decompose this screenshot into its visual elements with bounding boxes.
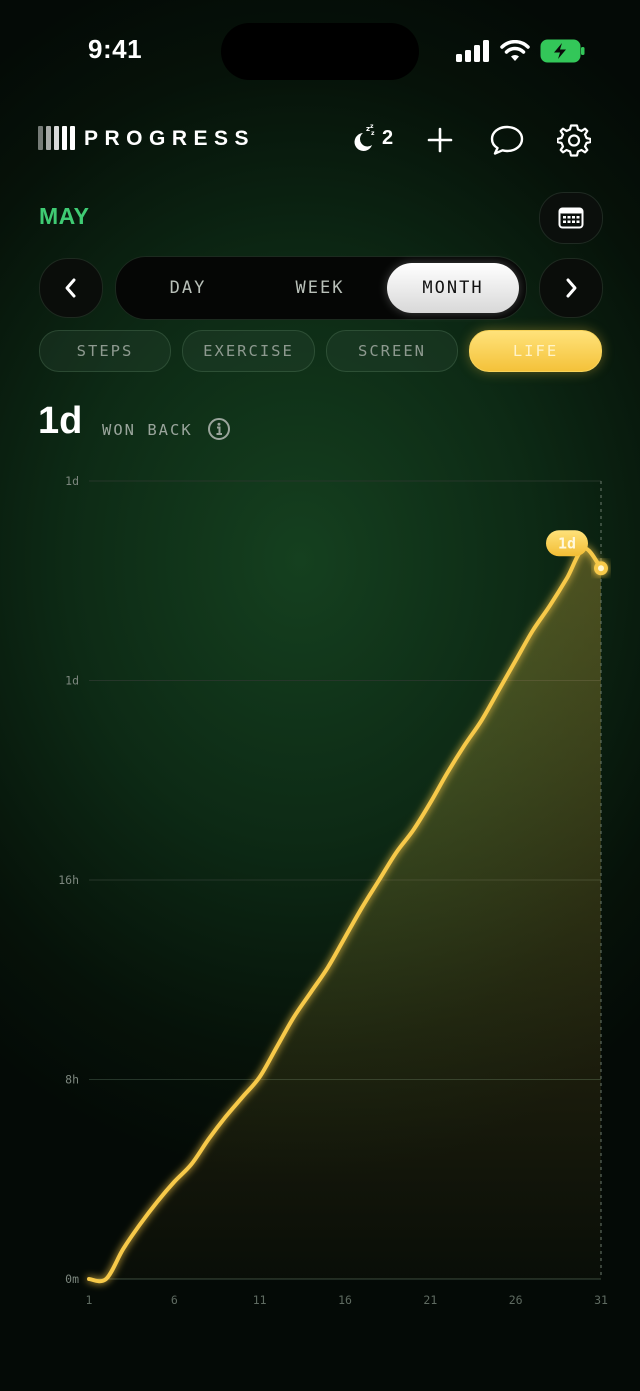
x-tick-label: 6 [171,1293,178,1307]
chevron-right-icon [566,278,577,298]
life-won-back-chart: 0m8h16h1d1d 1 6 11 16 21 26 31 1d [58,474,608,1307]
settings-button[interactable] [554,120,594,160]
svg-text:z: z [371,130,375,137]
y-tick-label: 8h [65,1073,79,1087]
last-data-point-core [598,565,604,572]
x-tick-label: 21 [423,1293,437,1307]
x-tick-label: 16 [338,1293,352,1307]
x-tick-label: 1 [86,1293,93,1307]
series-area [89,548,601,1282]
period-selector: DAY WEEK MONTH [115,256,527,320]
wifi-icon [500,40,530,61]
previous-period-button[interactable] [39,258,103,318]
calendar-icon [558,207,584,229]
metric-screen[interactable]: SCREEN [326,330,458,372]
cellular-signal-icon [456,40,489,62]
x-tick-label: 26 [509,1293,523,1307]
calendar-button[interactable] [539,192,603,244]
add-button[interactable] [420,120,460,160]
y-tick-label: 1d [65,474,79,488]
moon-sleep-icon: z z z [354,124,375,151]
x-tick-label: 11 [253,1293,267,1307]
info-button[interactable] [207,417,231,441]
summary-caption: WON BACK [102,421,193,439]
chat-button[interactable] [487,120,527,160]
month-label: MAY [39,203,90,229]
sleep-count: 2 [382,126,394,149]
summary-value: 1d [38,400,83,442]
metric-steps[interactable]: STEPS [39,330,171,372]
tab-day[interactable]: DAY [122,263,254,313]
page-title: PROGRESS [84,127,256,150]
tab-month[interactable]: MONTH [387,263,519,313]
last-value-badge: 1d [546,530,588,557]
tab-week[interactable]: WEEK [254,263,386,313]
info-icon [208,418,230,440]
x-tick-label: 31 [594,1293,608,1307]
next-period-button[interactable] [539,258,603,318]
sleep-counter[interactable]: z z z 2 [352,124,393,152]
status-icons [456,38,586,64]
y-tick-label: 1d [65,674,79,688]
app-logo [38,126,75,150]
y-tick-label: 0m [65,1272,79,1286]
battery-charging-icon [540,39,585,63]
dynamic-island [221,23,419,80]
chevron-left-icon [65,278,76,298]
status-time: 9:41 [88,34,143,64]
chat-bubble-icon [490,125,524,155]
last-value-label: 1d [558,534,576,552]
plus-icon [427,127,453,153]
gear-icon [557,124,591,157]
metric-exercise[interactable]: EXERCISE [182,330,315,372]
y-tick-label: 16h [58,873,79,887]
metric-life[interactable]: LIFE [469,330,602,372]
